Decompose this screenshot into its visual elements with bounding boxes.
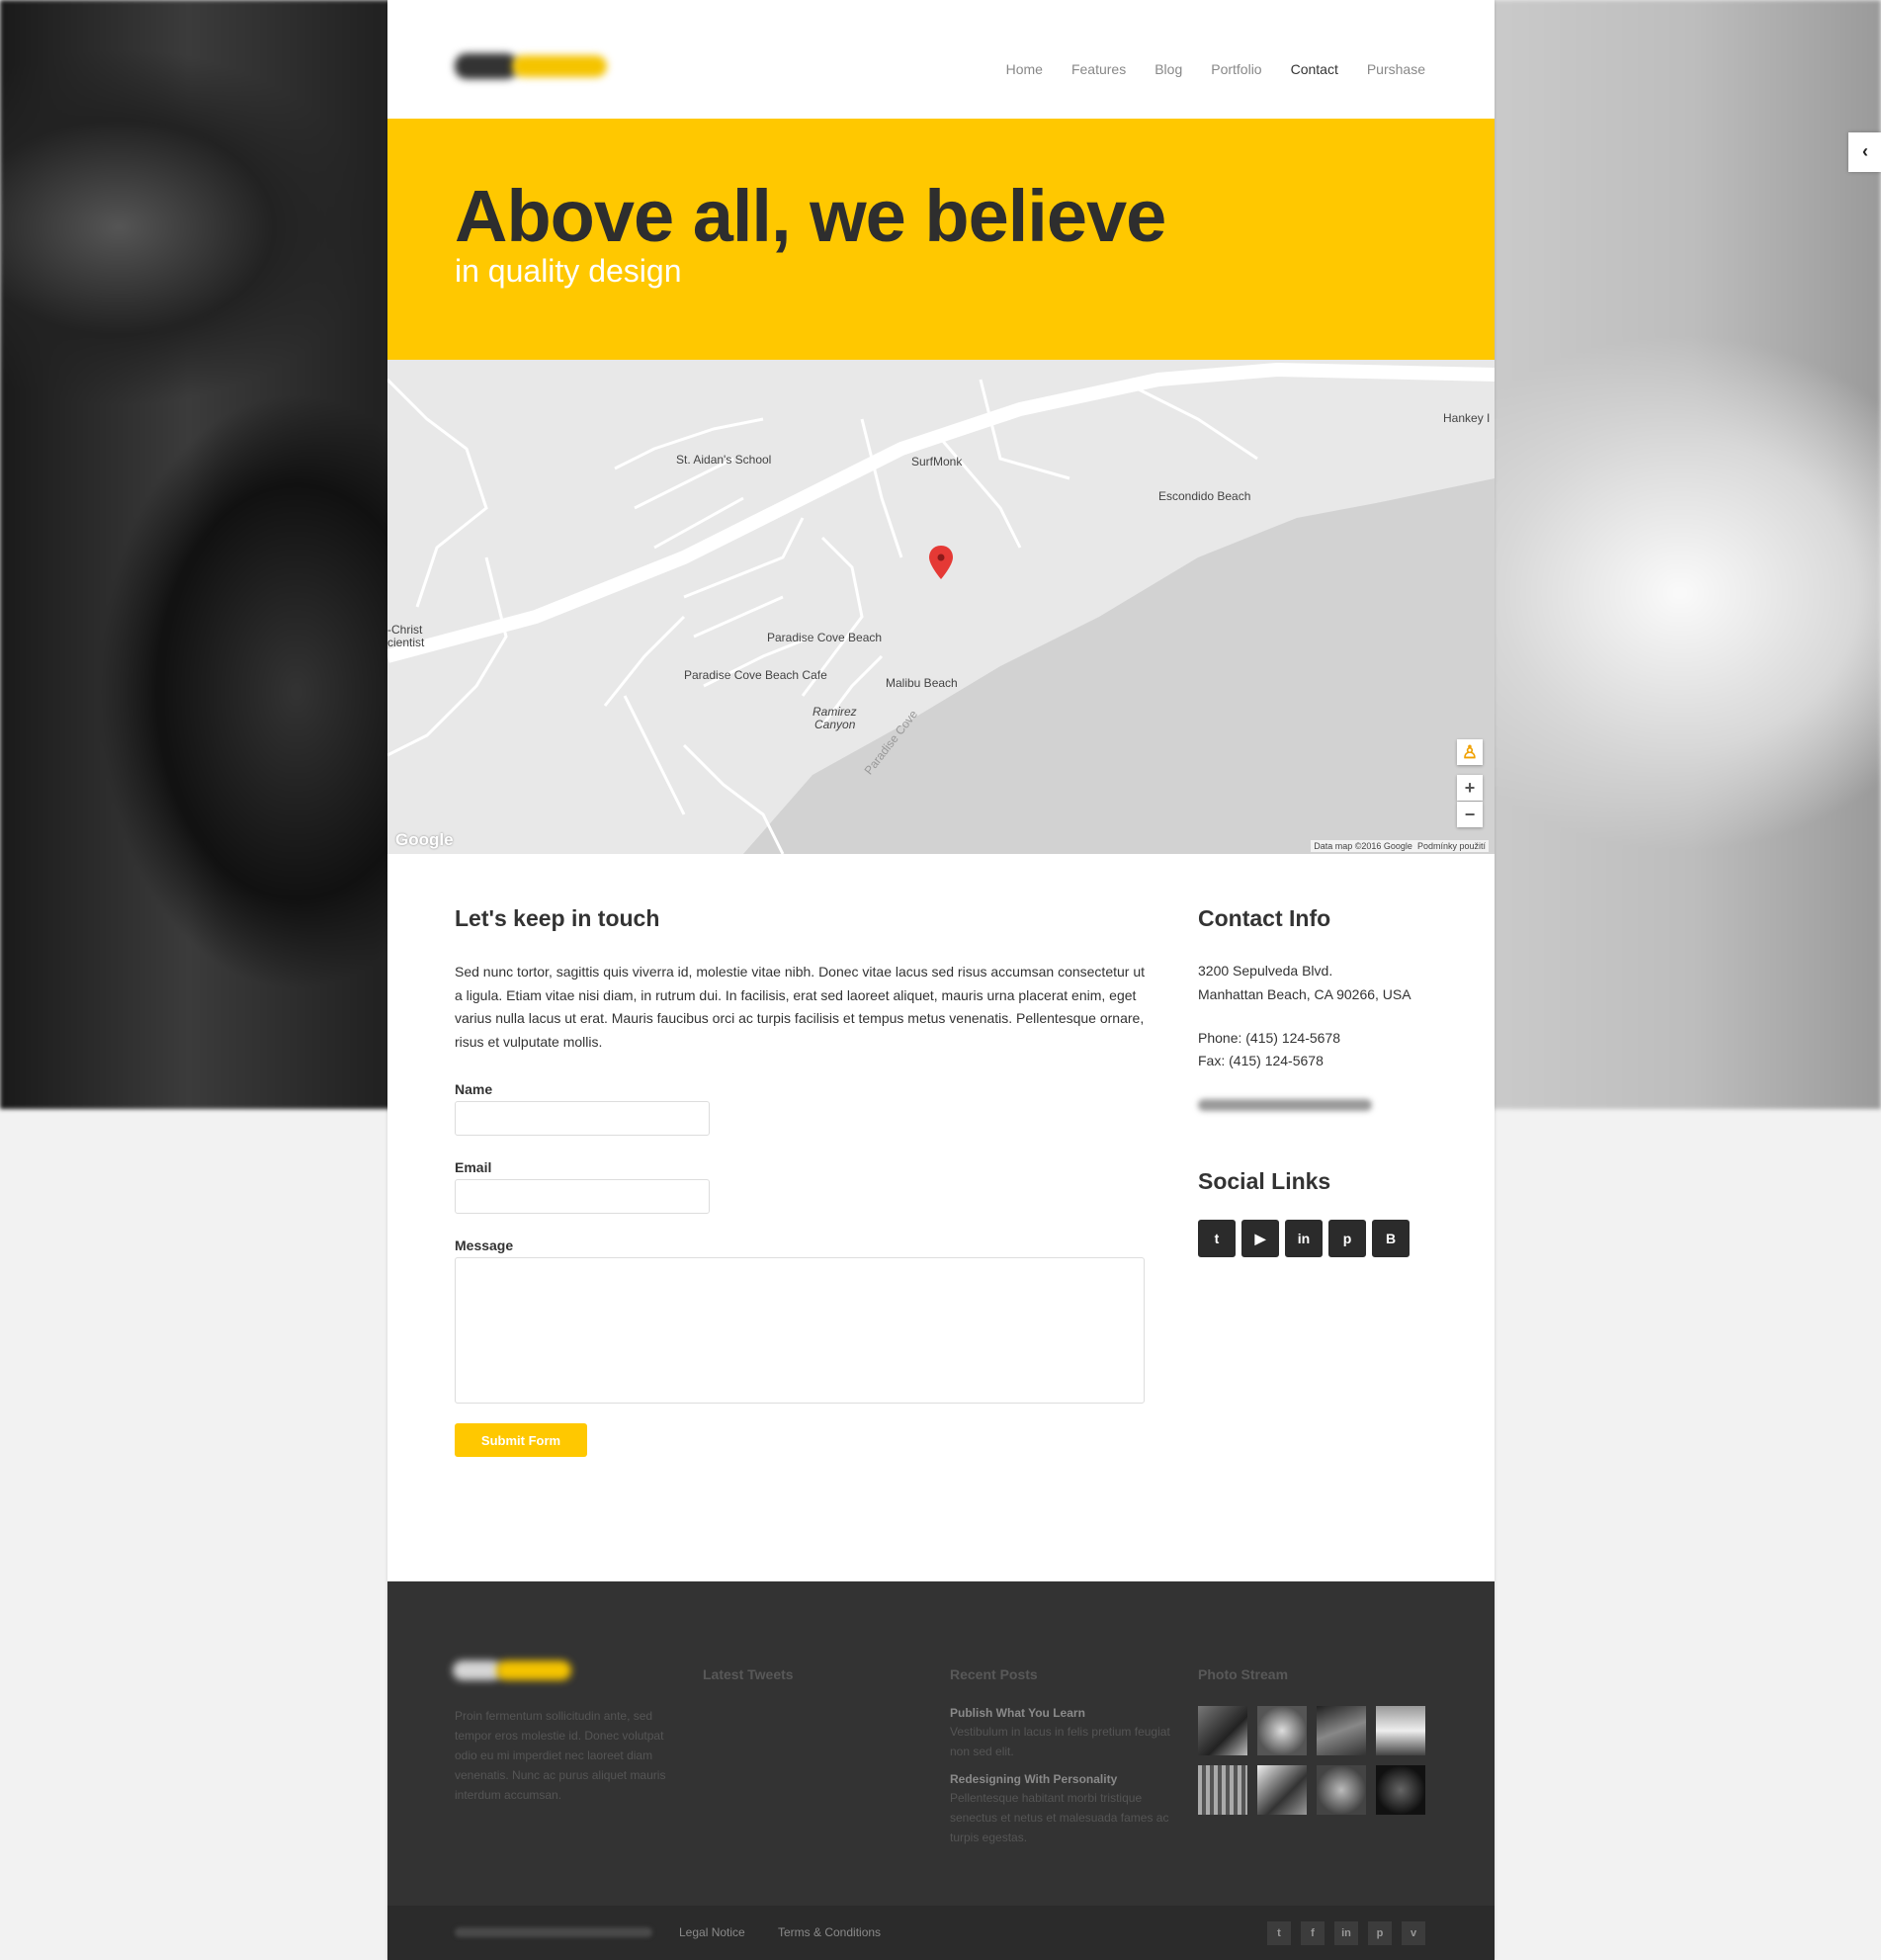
submit-form-button[interactable]: Submit Form xyxy=(455,1423,587,1457)
pinterest-icon[interactable]: p xyxy=(1368,1921,1392,1945)
map-label-ramirez: Ramirez xyxy=(812,705,857,719)
photo-thumbnail[interactable] xyxy=(1257,1765,1307,1815)
footer-social-links: t f in p v xyxy=(1267,1921,1425,1945)
main-nav: Home Features Blog Portfolio Contact Pur… xyxy=(978,61,1425,77)
contact-form-heading: Let's keep in touch xyxy=(455,905,660,931)
contact-intro-text: Sed nunc tortor, sagittis quis viverra i… xyxy=(455,964,1146,1050)
pinterest-icon[interactable]: p xyxy=(1328,1220,1366,1257)
map-label-malibu-beach[interactable]: Malibu Beach xyxy=(886,676,958,690)
footer-about-text: Proin fermentum sollicitudin ante, sed t… xyxy=(455,1709,666,1802)
photo-thumbnail[interactable] xyxy=(1376,1706,1425,1755)
map-label-escondido-beach[interactable]: Escondido Beach xyxy=(1158,489,1250,503)
contact-form-section: Let's keep in touch Sed nunc tortor, sag… xyxy=(455,905,1147,1457)
recent-posts-heading: Recent Posts xyxy=(950,1666,1038,1682)
map-marker-icon xyxy=(929,546,953,579)
photo-thumbnail[interactable] xyxy=(1198,1706,1247,1755)
map-label-cientist[interactable]: cientist xyxy=(387,636,424,649)
footer-bottom-bar: Legal Notice Terms & Conditions t f in p… xyxy=(387,1906,1495,1960)
google-logo: Google xyxy=(395,830,454,849)
contact-info-heading: Contact Info xyxy=(1198,905,1331,931)
name-input[interactable] xyxy=(455,1101,710,1136)
linkedin-icon[interactable]: in xyxy=(1285,1220,1323,1257)
photo-thumbnail[interactable] xyxy=(1198,1765,1247,1815)
name-label: Name xyxy=(455,1081,493,1097)
email-link-blurred[interactable] xyxy=(1198,1099,1372,1111)
map-label-paradise-cove-cafe[interactable]: Paradise Cove Beach Cafe xyxy=(684,668,827,682)
map-label-hankey[interactable]: Hankey I xyxy=(1443,411,1490,425)
panel-toggle-chevron-icon[interactable]: ‹ xyxy=(1848,132,1881,172)
twitter-icon[interactable]: t xyxy=(1267,1921,1291,1945)
legal-notice-link[interactable]: Legal Notice xyxy=(679,1925,745,1939)
recent-post-title[interactable]: Publish What You Learn xyxy=(950,1706,1085,1720)
message-textarea[interactable] xyxy=(455,1257,1145,1404)
latest-tweets-heading: Latest Tweets xyxy=(703,1666,794,1682)
nav-portfolio[interactable]: Portfolio xyxy=(1211,61,1261,77)
photo-thumbnail[interactable] xyxy=(1376,1765,1425,1815)
nav-blog[interactable]: Blog xyxy=(1154,61,1182,77)
email-label: Email xyxy=(455,1159,492,1175)
hero-subtitle: in quality design xyxy=(455,253,682,289)
nav-home[interactable]: Home xyxy=(1006,61,1043,77)
site-logo[interactable] xyxy=(455,49,613,83)
social-links-heading: Social Links xyxy=(1198,1168,1331,1194)
message-label: Message xyxy=(455,1237,514,1253)
linkedin-icon[interactable]: in xyxy=(1334,1921,1358,1945)
recent-post-title[interactable]: Redesigning With Personality xyxy=(950,1772,1117,1786)
photo-thumbnail[interactable] xyxy=(1257,1706,1307,1755)
email-input[interactable] xyxy=(455,1179,710,1214)
blogger-icon[interactable]: B xyxy=(1372,1220,1410,1257)
terms-link[interactable]: Terms & Conditions xyxy=(778,1925,881,1939)
hero-title: Above all, we believe xyxy=(455,175,1166,257)
phone-number: Phone: (415) 124-5678 xyxy=(1198,1030,1340,1046)
map-label-christ[interactable]: -Christ xyxy=(387,623,422,637)
zoom-in-button[interactable]: + xyxy=(1457,775,1483,801)
photo-stream-grid xyxy=(1198,1706,1435,1815)
map-graphics xyxy=(387,362,1495,854)
youtube-icon[interactable]: ▶ xyxy=(1241,1220,1279,1257)
address-line1: 3200 Sepulveda Blvd. xyxy=(1198,963,1333,979)
recent-post-excerpt: Pellentesque habitant morbi tristique se… xyxy=(950,1791,1169,1844)
fax-number: Fax: (415) 124-5678 xyxy=(1198,1053,1324,1068)
map-terms-link[interactable]: Podmínky použití xyxy=(1417,841,1486,851)
twitter-icon[interactable]: t xyxy=(1198,1220,1236,1257)
map-attribution: Data map ©2016 Google Podmínky použití xyxy=(1311,840,1489,852)
zoom-out-button[interactable]: − xyxy=(1457,802,1483,827)
facebook-icon[interactable]: f xyxy=(1301,1921,1325,1945)
nav-features[interactable]: Features xyxy=(1071,61,1126,77)
map-label-surfmonk[interactable]: SurfMonk xyxy=(911,455,962,469)
hero-banner: Above all, we believe in quality design xyxy=(387,119,1495,360)
recent-post-excerpt: Vestibulum in lacus in felis pretium feu… xyxy=(950,1725,1170,1758)
nav-contact[interactable]: Contact xyxy=(1291,61,1338,77)
nav-purchase[interactable]: Purshase xyxy=(1367,61,1425,77)
map-label-st-aidans[interactable]: St. Aidan's School xyxy=(676,453,771,467)
location-map[interactable]: St. Aidan's School SurfMonk Escondido Be… xyxy=(387,360,1495,854)
photo-stream-heading: Photo Stream xyxy=(1198,1666,1289,1682)
site-footer: Proin fermentum sollicitudin ante, sed t… xyxy=(387,1581,1495,1960)
contact-info-section: Contact Info 3200 Sepulveda Blvd. Manhat… xyxy=(1198,905,1435,1257)
map-label-paradise-cove-beach[interactable]: Paradise Cove Beach xyxy=(767,631,882,644)
photo-thumbnail[interactable] xyxy=(1317,1706,1366,1755)
street-view-pegman-icon[interactable]: ♙ xyxy=(1457,739,1483,765)
vimeo-icon[interactable]: v xyxy=(1402,1921,1425,1945)
social-links: t ▶ in p B xyxy=(1198,1220,1410,1257)
copyright-blurred xyxy=(455,1927,652,1937)
address-line2: Manhattan Beach, CA 90266, USA xyxy=(1198,986,1411,1002)
map-label-canyon: Canyon xyxy=(814,718,856,731)
site-header: Home Features Blog Portfolio Contact Pur… xyxy=(387,0,1495,119)
photo-thumbnail[interactable] xyxy=(1317,1765,1366,1815)
page-container: Home Features Blog Portfolio Contact Pur… xyxy=(387,0,1495,1960)
